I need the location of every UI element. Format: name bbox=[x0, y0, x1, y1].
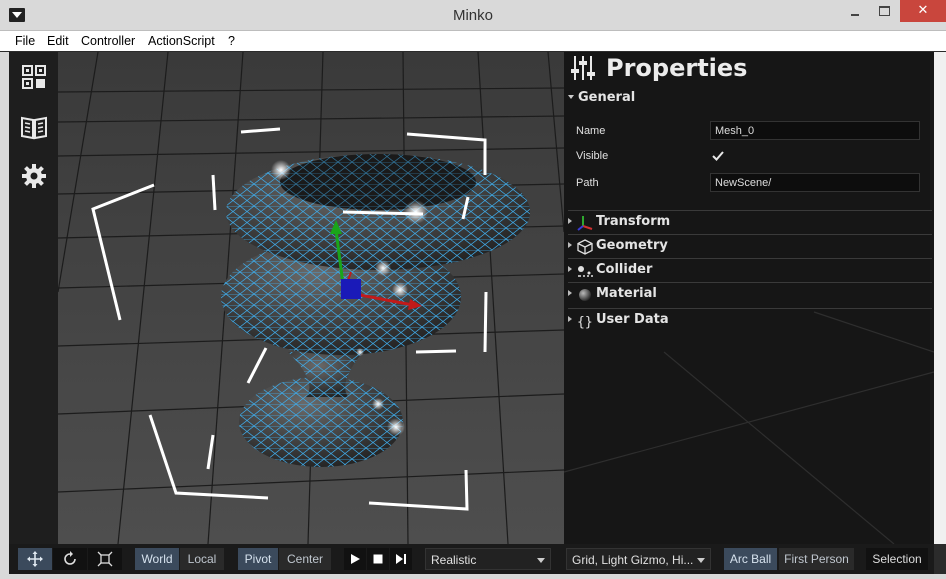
settings-gear-icon[interactable] bbox=[19, 161, 49, 191]
geometry-label: Geometry bbox=[596, 238, 668, 253]
expand-triangle-icon bbox=[568, 290, 572, 296]
menu-file[interactable]: File bbox=[15, 34, 35, 48]
overlays-value: Grid, Light Gizmo, Hi... bbox=[572, 553, 694, 567]
collider-icon bbox=[578, 266, 593, 277]
material-sphere-icon bbox=[579, 289, 591, 301]
collapse-triangle-icon bbox=[568, 95, 574, 99]
left-toolbar bbox=[9, 52, 58, 544]
overlays-select[interactable]: Grid, Light Gizmo, Hi... bbox=[566, 548, 711, 570]
general-section-header[interactable]: General bbox=[568, 90, 636, 105]
menu-edit[interactable]: Edit bbox=[47, 34, 69, 48]
maximize-button[interactable] bbox=[872, 0, 900, 22]
world-space-toggle[interactable]: World bbox=[135, 548, 179, 570]
expand-triangle-icon bbox=[568, 218, 572, 224]
step-icon bbox=[396, 554, 406, 564]
pivot-toggle[interactable]: Pivot bbox=[238, 548, 278, 570]
menu-controller[interactable]: Controller bbox=[81, 34, 135, 48]
transform-axes-icon bbox=[577, 216, 593, 231]
window-title: Minko bbox=[452, 7, 493, 24]
bottom-toolbar: World Local Pivot Center Realistic Grid,… bbox=[9, 544, 934, 574]
section-transform[interactable]: Transform bbox=[568, 210, 932, 234]
material-label: Material bbox=[596, 286, 657, 301]
render-mode-select[interactable]: Realistic bbox=[425, 548, 551, 570]
properties-title: Properties bbox=[606, 54, 748, 82]
properties-scrollbar[interactable] bbox=[934, 52, 946, 544]
close-button[interactable]: ✕ bbox=[900, 0, 946, 22]
expand-triangle-icon bbox=[568, 242, 572, 248]
move-tool-icon bbox=[27, 551, 43, 567]
scale-tool-button[interactable] bbox=[88, 548, 122, 570]
scale-tool-icon bbox=[97, 551, 113, 567]
user-data-braces-icon: {} bbox=[577, 315, 593, 329]
section-geometry[interactable]: Geometry bbox=[568, 234, 932, 258]
arc-ball-toggle[interactable]: Arc Ball bbox=[724, 548, 777, 570]
title-bar: Minko ✕ bbox=[0, 0, 946, 31]
step-button[interactable] bbox=[390, 548, 412, 570]
expand-triangle-icon bbox=[568, 316, 572, 322]
stop-button[interactable] bbox=[367, 548, 389, 570]
local-space-toggle[interactable]: Local bbox=[180, 548, 224, 570]
window-frame-bottom bbox=[0, 574, 946, 579]
center-toggle[interactable]: Center bbox=[279, 548, 331, 570]
properties-panel: Properties General Name Mesh_0 Visible P… bbox=[564, 52, 934, 544]
user-data-label: User Data bbox=[596, 312, 669, 327]
svg-text:{}: {} bbox=[577, 315, 593, 329]
expand-triangle-icon bbox=[568, 266, 572, 272]
visible-checkbox[interactable] bbox=[712, 150, 724, 162]
play-button[interactable] bbox=[344, 548, 366, 570]
stop-icon bbox=[373, 554, 383, 564]
play-icon bbox=[351, 554, 360, 564]
collider-label: Collider bbox=[596, 262, 653, 277]
properties-header: Properties bbox=[570, 54, 747, 84]
move-tool-button[interactable] bbox=[18, 548, 52, 570]
chevron-down-icon bbox=[537, 558, 545, 563]
rotate-tool-icon bbox=[64, 551, 76, 565]
menu-bar: File Edit Controller ActionScript ? bbox=[0, 31, 946, 51]
chevron-down-icon bbox=[697, 558, 705, 563]
transform-label: Transform bbox=[596, 214, 671, 229]
section-collider[interactable]: Collider bbox=[568, 258, 932, 282]
window-frame-left bbox=[0, 52, 9, 574]
path-field[interactable]: NewScene/ bbox=[710, 173, 920, 192]
first-person-toggle[interactable]: First Person bbox=[779, 548, 854, 570]
general-label: General bbox=[578, 90, 636, 105]
geometry-cube-icon bbox=[577, 239, 593, 255]
visible-label: Visible bbox=[576, 150, 609, 162]
minimize-button[interactable] bbox=[838, 0, 872, 22]
path-label: Path bbox=[576, 177, 599, 189]
render-mode-value: Realistic bbox=[431, 553, 477, 567]
selection-button[interactable]: Selection bbox=[866, 548, 928, 570]
library-book-icon[interactable] bbox=[19, 112, 49, 142]
menu-help[interactable]: ? bbox=[228, 34, 235, 48]
name-field[interactable]: Mesh_0 bbox=[710, 121, 920, 140]
properties-sliders-icon bbox=[571, 56, 595, 80]
section-material[interactable]: Material bbox=[568, 282, 932, 306]
name-label: Name bbox=[576, 125, 606, 137]
scene-graph-icon[interactable] bbox=[19, 62, 49, 92]
section-user-data[interactable]: {} User Data bbox=[568, 308, 932, 332]
menu-actionscript[interactable]: ActionScript bbox=[148, 34, 215, 48]
rotate-tool-button[interactable] bbox=[53, 548, 87, 570]
checkmark-icon bbox=[712, 151, 724, 161]
viewport-3d[interactable] bbox=[58, 52, 564, 544]
